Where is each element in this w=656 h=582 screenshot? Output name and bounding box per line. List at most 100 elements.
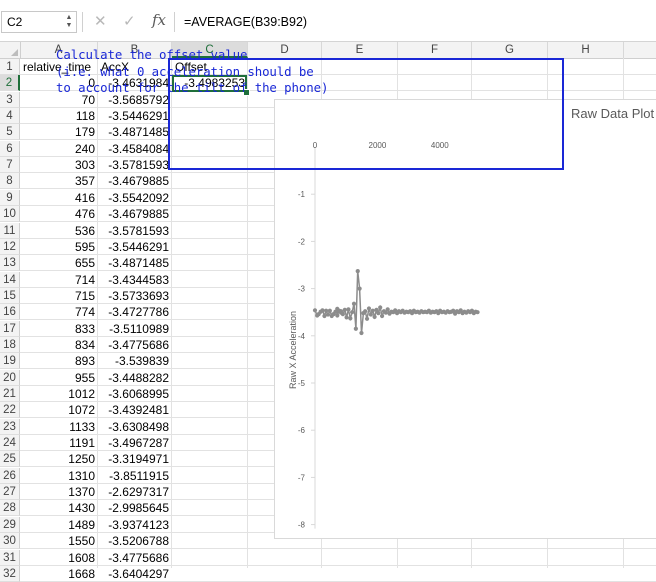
row-header[interactable]: 32 xyxy=(0,565,20,582)
cell-b26[interactable]: -3.8511915 xyxy=(98,468,172,484)
cell-c25[interactable] xyxy=(172,451,248,467)
row-header[interactable]: 8 xyxy=(0,173,20,190)
cell-b15[interactable]: -3.5733693 xyxy=(98,288,172,304)
confirm-icon[interactable]: ✓ xyxy=(123,12,136,32)
row-header[interactable]: 5 xyxy=(0,124,20,141)
select-all-corner[interactable] xyxy=(0,42,21,58)
cell-b6[interactable]: -3.4584084 xyxy=(98,141,172,157)
cell-c27[interactable] xyxy=(172,484,248,500)
cell-b5[interactable]: -3.4871485 xyxy=(98,124,172,140)
cell-a5[interactable]: 179 xyxy=(20,124,98,140)
cancel-icon[interactable]: ✕ xyxy=(94,12,107,32)
cell-b11[interactable]: -3.5781593 xyxy=(98,223,172,239)
cell-a15[interactable]: 715 xyxy=(20,288,98,304)
name-box-dropdown-icon[interactable]: ▲ ▼ xyxy=(64,14,74,30)
row-header[interactable]: 26 xyxy=(0,467,20,484)
cell-b32[interactable]: -3.6404297 xyxy=(98,566,172,582)
row-header[interactable]: 13 xyxy=(0,255,20,272)
cell-c8[interactable] xyxy=(172,173,248,189)
cell-c30[interactable] xyxy=(172,533,248,549)
cell-c17[interactable] xyxy=(172,321,248,337)
cell-a24[interactable]: 1191 xyxy=(20,435,98,451)
cell-b17[interactable]: -3.5110989 xyxy=(98,321,172,337)
row-header[interactable]: 12 xyxy=(0,238,20,255)
cell-c15[interactable] xyxy=(172,288,248,304)
row-header[interactable]: 20 xyxy=(0,369,20,386)
cell-b21[interactable]: -3.6068995 xyxy=(98,386,172,402)
cell-c9[interactable] xyxy=(172,190,248,206)
cell-c18[interactable] xyxy=(172,337,248,353)
row-header[interactable]: 6 xyxy=(0,140,20,157)
row-header[interactable]: 9 xyxy=(0,189,20,206)
cell-c23[interactable] xyxy=(172,419,248,435)
cell-c16[interactable] xyxy=(172,304,248,320)
row-header[interactable]: 30 xyxy=(0,533,20,550)
cell-a26[interactable]: 1310 xyxy=(20,468,98,484)
cell-a7[interactable]: 303 xyxy=(20,157,98,173)
cell-c20[interactable] xyxy=(172,370,248,386)
row-header[interactable]: 28 xyxy=(0,500,20,517)
cell-a20[interactable]: 955 xyxy=(20,370,98,386)
row-header[interactable]: 27 xyxy=(0,484,20,501)
row-header[interactable]: 14 xyxy=(0,271,20,288)
cell-b28[interactable]: -2.9985645 xyxy=(98,500,172,516)
cell-a27[interactable]: 1370 xyxy=(20,484,98,500)
column-header-f[interactable]: F xyxy=(398,42,472,58)
cell-a11[interactable]: 536 xyxy=(20,223,98,239)
row-header[interactable]: 25 xyxy=(0,451,20,468)
cell-b22[interactable]: -3.4392481 xyxy=(98,402,172,418)
cell-b9[interactable]: -3.5542092 xyxy=(98,190,172,206)
cell-b24[interactable]: -3.4967287 xyxy=(98,435,172,451)
cell-a17[interactable]: 833 xyxy=(20,321,98,337)
cell-a25[interactable]: 1250 xyxy=(20,451,98,467)
cell-a30[interactable]: 1550 xyxy=(20,533,98,549)
row-header[interactable]: 24 xyxy=(0,435,20,452)
cell-c13[interactable] xyxy=(172,255,248,271)
cell-b8[interactable]: -3.4679885 xyxy=(98,173,172,189)
row-header[interactable]: 29 xyxy=(0,516,20,533)
cell-a22[interactable]: 1072 xyxy=(20,402,98,418)
row-header[interactable]: 10 xyxy=(0,206,20,223)
cell-b12[interactable]: -3.5446291 xyxy=(98,239,172,255)
row-header[interactable]: 17 xyxy=(0,320,20,337)
name-box[interactable]: C2 ▲ ▼ xyxy=(1,11,77,33)
insert-function-icon[interactable]: fx xyxy=(152,11,166,29)
row-header[interactable]: 4 xyxy=(0,108,20,125)
cell-c24[interactable] xyxy=(172,435,248,451)
cell-b30[interactable]: -3.5206788 xyxy=(98,533,172,549)
cell-a6[interactable]: 240 xyxy=(20,141,98,157)
cell-c32[interactable] xyxy=(172,566,248,582)
cell-a4[interactable]: 118 xyxy=(20,108,98,124)
cell-a9[interactable]: 416 xyxy=(20,190,98,206)
cell-a10[interactable]: 476 xyxy=(20,206,98,222)
cell-b23[interactable]: -3.6308498 xyxy=(98,419,172,435)
cell-a8[interactable]: 357 xyxy=(20,173,98,189)
cell-c11[interactable] xyxy=(172,223,248,239)
row-header[interactable]: 19 xyxy=(0,353,20,370)
row-header[interactable]: 23 xyxy=(0,418,20,435)
row-header[interactable]: 11 xyxy=(0,222,20,239)
cell-a23[interactable]: 1133 xyxy=(20,419,98,435)
row-header[interactable]: 21 xyxy=(0,386,20,402)
cell-a28[interactable]: 1430 xyxy=(20,500,98,516)
cell-c22[interactable] xyxy=(172,402,248,418)
cell-a29[interactable]: 1489 xyxy=(20,517,98,533)
cell-a12[interactable]: 595 xyxy=(20,239,98,255)
cell-a14[interactable]: 714 xyxy=(20,272,98,288)
cell-a19[interactable]: 893 xyxy=(20,353,98,369)
cell-c31[interactable] xyxy=(172,550,248,566)
cell-c14[interactable] xyxy=(172,272,248,288)
cell-c19[interactable] xyxy=(172,353,248,369)
cell-a13[interactable]: 655 xyxy=(20,255,98,271)
cell-b10[interactable]: -3.4679885 xyxy=(98,206,172,222)
cell-b19[interactable]: -3.539839 xyxy=(98,353,172,369)
cell-b31[interactable]: -3.4775686 xyxy=(98,550,172,566)
cell-c26[interactable] xyxy=(172,468,248,484)
formula-input[interactable]: =AVERAGE(B39:B92) xyxy=(184,12,307,32)
row-header[interactable]: 2 xyxy=(0,75,20,92)
cell-a16[interactable]: 774 xyxy=(20,304,98,320)
cell-c29[interactable] xyxy=(172,517,248,533)
cell-c10[interactable] xyxy=(172,206,248,222)
cell-b25[interactable]: -3.3194971 xyxy=(98,451,172,467)
row-header[interactable]: 3 xyxy=(0,91,20,108)
